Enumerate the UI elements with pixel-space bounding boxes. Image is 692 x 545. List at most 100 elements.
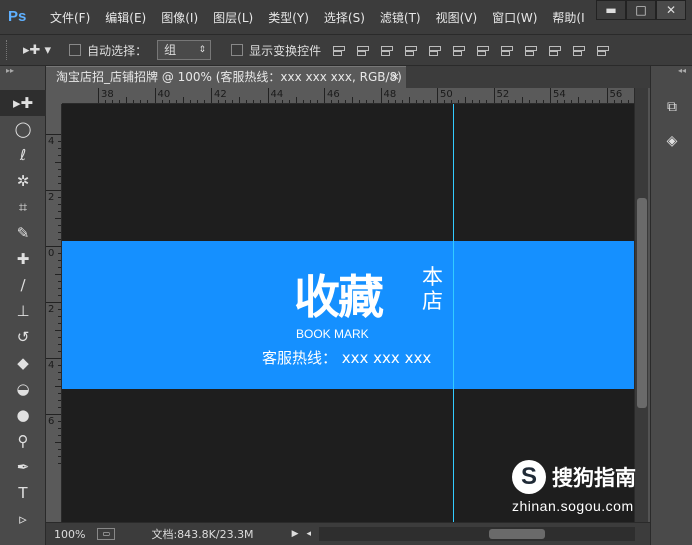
menu-image[interactable]: 图像(I) (161, 9, 198, 26)
ruler-minor-tick (58, 428, 61, 429)
guide-line[interactable] (453, 104, 454, 522)
ruler-origin[interactable] (46, 88, 62, 104)
magic-wand-icon[interactable]: ✲ (0, 168, 46, 194)
menu-file[interactable]: 文件(F) (50, 9, 90, 26)
ruler-minor-tick (514, 100, 516, 103)
ruler-minor-tick (58, 176, 61, 177)
type-icon[interactable]: T (0, 480, 46, 506)
distribute-right-icon[interactable] (595, 43, 610, 57)
ruler-label: 54 (553, 89, 566, 100)
ruler-tick (46, 358, 61, 359)
align-hcenter-icon[interactable] (427, 43, 442, 57)
options-bar: ▸✚ ▾ 自动选择： 组 ⇕ 显示变换控件 (0, 34, 692, 66)
ruler-minor-tick (196, 100, 198, 103)
ruler-minor-tick (578, 97, 580, 103)
ruler-minor-tick (58, 372, 61, 373)
align-left-icon[interactable] (403, 43, 418, 57)
scroll-left-arrow-icon[interactable]: ◂ (306, 529, 311, 539)
ruler-tick (46, 246, 61, 247)
ruler-minor-tick (429, 100, 431, 103)
auto-select-label: 自动选择： (87, 43, 148, 58)
blur-icon[interactable]: ● (0, 402, 46, 428)
brush-icon[interactable]: ∕ (0, 272, 46, 298)
zoom-level[interactable]: 100% (54, 528, 85, 541)
ruler-tick (267, 88, 269, 103)
banner-layer[interactable]: 收藏 本店 BOOK MARK 客服热线： xxx xxx xxx (62, 241, 634, 389)
paint-bucket-icon[interactable]: ◒ (0, 376, 46, 402)
elliptical-marquee-icon[interactable]: ◯ (0, 116, 46, 142)
dodge-icon[interactable]: ⚲ (0, 428, 46, 454)
vertical-scrollbar[interactable] (634, 88, 648, 522)
show-transform-checkbox[interactable] (231, 44, 244, 56)
path-selection-icon[interactable]: ▹ (0, 506, 46, 532)
watermark-brand: 搜狗指南 (552, 466, 636, 490)
ruler-minor-tick (58, 421, 61, 422)
menu-help[interactable]: 帮助(I (552, 9, 584, 26)
distribute-left-icon[interactable] (547, 43, 562, 57)
menu-filter[interactable]: 滤镜(T) (380, 9, 421, 26)
3d-panel-icon[interactable]: ◈ (651, 124, 692, 158)
align-bottom-icon[interactable] (379, 43, 394, 57)
menu-select[interactable]: 选择(S) (324, 9, 365, 26)
healing-brush-icon[interactable]: ✚ (0, 246, 46, 272)
ruler-label: 4 (48, 360, 55, 371)
clone-stamp-icon[interactable]: ⊥ (0, 298, 46, 324)
menu-type[interactable]: 类型(Y) (268, 9, 309, 26)
minimize-button[interactable]: ▬ (596, 0, 626, 20)
menu-window[interactable]: 窗口(W) (492, 9, 537, 26)
vertical-scroll-thumb[interactable] (637, 198, 647, 408)
distribute-hcenter-icon[interactable] (571, 43, 586, 57)
options-grip[interactable] (6, 40, 9, 60)
move-icon[interactable]: ▸✚ (0, 90, 46, 116)
lasso-icon[interactable]: ℓ (0, 142, 46, 168)
ruler-tick (46, 134, 61, 135)
maximize-button[interactable]: □ (626, 0, 656, 20)
pen-icon[interactable]: ✒ (0, 454, 46, 480)
align-right-icon[interactable] (451, 43, 466, 57)
ruler-minor-tick (535, 100, 537, 103)
distribute-vcenter-icon[interactable] (499, 43, 514, 57)
ruler-minor-tick (458, 100, 460, 103)
toolbox-collapse-icon[interactable]: ▸▸ (0, 66, 45, 90)
tool-preset-picker[interactable]: ▸✚ ▾ (23, 43, 51, 58)
ruler-minor-tick (58, 169, 61, 170)
document-tab[interactable]: 淘宝店招_店铺招牌 @ 100% (客服热线：xxx xxx xxx, RGB/… (46, 66, 412, 88)
toolbox: ▸▸ ▸✚ ◯ ℓ ✲ ⌗ ✎ ✚ ∕ ⊥ ↺ ◆ ◒ ● ⚲ ✒ T ▹ (0, 66, 46, 545)
history-brush-icon[interactable]: ↺ (0, 324, 46, 350)
ruler-minor-tick (58, 344, 61, 345)
align-top-icon[interactable] (331, 43, 346, 57)
ruler-vertical[interactable]: 4 2 0 2 4 6 (46, 104, 62, 522)
history-panel-icon[interactable]: ⧉ (651, 90, 692, 124)
ruler-minor-tick (161, 100, 163, 103)
distribute-bottom-icon[interactable] (523, 43, 538, 57)
distribute-top-icon[interactable] (475, 43, 490, 57)
align-vcenter-icon[interactable] (355, 43, 370, 57)
menu-layer[interactable]: 图层(L) (213, 9, 253, 26)
close-button[interactable]: ✕ (656, 0, 686, 20)
ruler-minor-tick (58, 232, 61, 233)
status-bar: 100% ▭ 文档:843.8K/23.3M ▶ ◂ (46, 522, 650, 545)
ruler-label: 2 (48, 304, 55, 315)
crop-icon[interactable]: ⌗ (0, 194, 46, 220)
ruler-minor-tick (331, 100, 333, 103)
panel-collapse-icon[interactable]: ◂◂ (651, 66, 692, 90)
menu-view[interactable]: 视图(V) (436, 9, 478, 26)
ruler-minor-tick (592, 100, 594, 103)
ruler-horizontal[interactable]: 38 40 42 44 46 48 50 52 54 56 (62, 88, 634, 104)
ruler-minor-tick (557, 100, 559, 103)
status-menu-arrow-icon[interactable]: ▶ (292, 529, 299, 539)
auto-select-checkbox[interactable] (69, 44, 82, 56)
horizontal-scrollbar[interactable] (319, 527, 636, 541)
horizontal-scroll-thumb[interactable] (489, 529, 546, 539)
status-info-icon[interactable]: ▭ (97, 528, 116, 540)
menu-edit[interactable]: 编辑(E) (105, 9, 146, 26)
eyedropper-icon[interactable]: ✎ (0, 220, 46, 246)
close-tab-icon[interactable]: × (391, 67, 400, 87)
eraser-icon[interactable]: ◆ (0, 350, 46, 376)
ruler-minor-tick (58, 260, 61, 261)
ruler-minor-tick (507, 100, 509, 103)
ruler-minor-tick (58, 267, 61, 268)
ruler-minor-tick (58, 463, 61, 464)
auto-select-dropdown[interactable]: 组 ⇕ (157, 40, 212, 60)
chevron-updown-icon: ⇕ (198, 45, 207, 55)
